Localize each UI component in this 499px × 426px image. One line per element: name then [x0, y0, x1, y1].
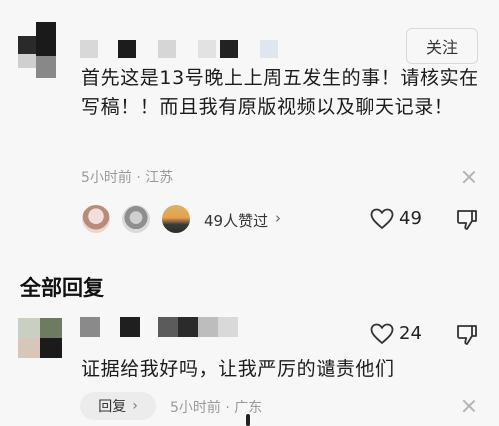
liker-avatar	[160, 203, 192, 235]
close-icon[interactable]	[462, 399, 476, 413]
commenter-avatar[interactable]	[18, 22, 70, 80]
like-button[interactable]: 49	[368, 206, 424, 234]
likers-group[interactable]: 49人赞过 ›	[80, 203, 281, 239]
chevron-right-icon: ›	[275, 209, 281, 227]
comment-time: 5小时前	[81, 170, 132, 186]
heart-outline-icon	[370, 208, 394, 230]
comment-meta: 5小时前 · 江苏	[81, 167, 173, 187]
heart-outline-icon	[370, 323, 394, 345]
likers-count[interactable]: 49人赞过	[204, 210, 268, 231]
close-icon[interactable]	[462, 170, 476, 184]
reply-button-label: 回复	[98, 399, 127, 415]
chevron-right-icon: ›	[132, 398, 138, 414]
follow-button[interactable]: 关注	[406, 28, 478, 64]
liker-avatar	[120, 203, 152, 235]
thumb-down-icon[interactable]	[455, 208, 479, 232]
reply-text: 证据给我好吗，让我严厉的谴责他们	[81, 358, 395, 380]
reply-username[interactable]	[80, 317, 240, 339]
comment-location: 江苏	[145, 170, 174, 186]
reply-like-count: 24	[399, 323, 422, 344]
thumb-down-icon[interactable]	[455, 323, 479, 347]
scroll-indicator	[246, 414, 250, 426]
reply-avatar[interactable]	[18, 318, 62, 360]
meta-separator: ·	[225, 400, 235, 416]
reply-like-button[interactable]: 24	[368, 321, 424, 349]
commenter-username[interactable]	[80, 38, 280, 60]
replies-section-title: 全部回复	[20, 276, 104, 300]
reply-time: 5小时前	[170, 400, 221, 416]
liker-avatar	[80, 203, 112, 235]
meta-separator: ·	[136, 170, 146, 186]
like-count: 49	[399, 208, 422, 229]
comment-text: 首先这是13号晚上上周五发生的事！请核实在写稿！！而且我有原版视频以及聊天记录！	[81, 67, 479, 118]
reply-button[interactable]: 回复 ›	[80, 392, 156, 420]
